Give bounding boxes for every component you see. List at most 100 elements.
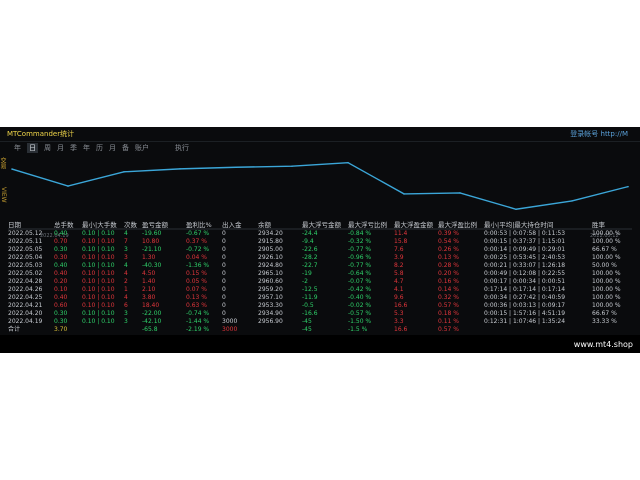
table-cell: 4.7 — [394, 278, 404, 285]
table-cell: 0.07 % — [186, 286, 207, 293]
table-cell: 0.39 % — [438, 230, 459, 237]
table-cell: -0.02 % — [348, 302, 372, 309]
table-cell: -0.5 — [302, 302, 314, 309]
table-cell: 16.6 — [394, 302, 408, 309]
table-cell: 2924.80 — [258, 262, 283, 269]
table-cell: 2934.90 — [258, 310, 283, 317]
table-cell: 0.30 — [54, 310, 68, 317]
column-header[interactable]: 最小|大手数 — [82, 220, 117, 230]
table-cell: 0.20 — [54, 278, 68, 285]
balance-point — [11, 168, 13, 170]
table-cell: 0 — [222, 262, 226, 269]
table-cell: 0.10 | 0.10 — [82, 294, 115, 301]
balance-point — [403, 193, 405, 195]
footer-bar: www.mt4.shop — [0, 335, 640, 353]
table-cell: -0.07 % — [348, 278, 372, 285]
table-cell: 0.13 % — [438, 254, 459, 261]
total-cell: 16.6 — [394, 326, 408, 333]
table-cell: 4 — [124, 270, 128, 277]
table-cell: 0.10 | 0.10 — [82, 254, 115, 261]
table-row[interactable]: 2022.04.28 0.20 0.10 | 0.10 2 1.40 0.05 % 0 296… — [8, 278, 638, 286]
column-header[interactable]: 盈亏金额 — [142, 220, 168, 230]
table-cell: 3 — [124, 318, 128, 325]
table-row[interactable]: 2022.05.03 0.40 0.10 | 0.10 4 -40.30 -1.36 % 0… — [8, 262, 638, 270]
table-cell: 3.9 — [394, 254, 404, 261]
table-cell: 100.00 % — [592, 230, 621, 237]
table-cell: 0 — [222, 294, 226, 301]
table-cell: 0:00:25 | 0:53:45 | 2:40:53 — [484, 254, 566, 261]
table-row[interactable]: 2022.05.04 0.30 0.10 | 0.10 3 1.30 0.04 % 0 292… — [8, 254, 638, 262]
table-cell: 0:00:34 | 0:27:42 | 0:40:59 — [484, 294, 566, 301]
column-header[interactable]: 出入金 — [222, 220, 242, 230]
column-header[interactable]: 总手数 — [54, 220, 74, 230]
table-row[interactable]: 2022.04.26 0.10 0.10 | 0.10 1 2.10 0.07 % 0 295… — [8, 286, 638, 294]
table-cell: -0.67 % — [186, 230, 210, 237]
table-cell: 3.3 — [394, 318, 404, 325]
column-header[interactable]: 次数 — [124, 220, 137, 230]
balance-series-line — [11, 161, 629, 210]
table-cell: 0.10 | 0.10 — [82, 262, 115, 269]
table-cell: 7 — [124, 238, 128, 245]
table-cell: 2022.04.25 — [8, 294, 43, 301]
table-cell: 0:00:49 | 0:12:08 | 0:22:55 — [484, 270, 566, 277]
table-cell: 0:00:53 | 0:07:58 | 0:11:53 — [484, 230, 566, 237]
table-cell: 4 — [124, 230, 128, 237]
table-cell: 0:00:36 | 0:03:13 | 0:09:17 — [484, 302, 566, 309]
table-cell: 2022.04.21 — [8, 302, 43, 309]
column-header[interactable]: 最大浮盈比例 — [438, 220, 477, 230]
column-header[interactable]: 余额 — [258, 220, 271, 230]
app-window: MTCommander统计 登录帐号 http://M 年日周月季年历月备账户执… — [0, 127, 640, 353]
table-cell: 0.40 — [54, 230, 68, 237]
table-cell: 0 — [222, 230, 226, 237]
column-header[interactable]: 最大浮亏金额 — [302, 220, 341, 230]
table-cell: 11.4 — [394, 230, 408, 237]
table-row[interactable]: 2022.05.11 0.70 0.10 | 0.10 7 10.80 0.37 % 0 29… — [8, 238, 638, 246]
table-row[interactable]: 2022.05.12 0.40 0.10 | 0.10 4 -19.60 -0.67 % 0… — [8, 230, 638, 238]
table-cell: 0.10 | 0.10 — [82, 318, 115, 325]
table-cell: 0.60 — [54, 302, 68, 309]
balance-point — [627, 185, 629, 188]
table-cell: 0.14 % — [438, 286, 459, 293]
login-account-link[interactable]: 登录帐号 http://M — [570, 129, 628, 139]
table-row[interactable]: 2022.04.19 0.30 0.10 | 0.10 3 -42.10 -1.44 % 3… — [8, 318, 638, 326]
table-cell: 66.67 % — [592, 246, 617, 253]
table-cell: -22.7 — [302, 262, 318, 269]
table-cell: 0.10 | 0.10 — [82, 278, 115, 285]
total-cell: 0.57 % — [438, 326, 459, 333]
table-cell: -1.44 % — [186, 318, 210, 325]
table-cell: 0.10 | 0.10 — [82, 238, 115, 245]
column-header[interactable]: 胜率 — [592, 220, 605, 230]
table-cell: 2022.05.02 — [8, 270, 43, 277]
column-header[interactable]: 最大浮盈金额 — [394, 220, 433, 230]
column-header[interactable]: 日期 — [8, 220, 21, 230]
title-bar: MTCommander统计 登录帐号 http://M — [0, 127, 640, 142]
brand-watermark: www.mt4.shop — [573, 340, 633, 349]
table-row[interactable]: 2022.04.20 0.30 0.10 | 0.10 3 -22.00 -0.74 % 0… — [8, 310, 638, 318]
table-cell: 2022.05.03 — [8, 262, 43, 269]
table-cell: 2953.30 — [258, 302, 283, 309]
table-row[interactable]: 2022.05.05 0.30 0.10 | 0.10 3 -21.10 -0.72 % 0… — [8, 246, 638, 254]
table-row[interactable]: 2022.04.21 0.60 0.10 | 0.10 6 18.40 0.63 % 0 29… — [8, 302, 638, 310]
table-cell: -1.50 % — [348, 318, 372, 325]
table-cell: -0.96 % — [348, 254, 372, 261]
table-cell: 2915.80 — [258, 238, 283, 245]
table-row[interactable]: 2022.05.02 0.40 0.10 | 0.10 4 4.50 0.15 % 0 296… — [8, 270, 638, 278]
balance-point — [571, 200, 573, 202]
table-row[interactable]: 2022.04.25 0.40 0.10 | 0.10 4 3.80 0.13 % 0 295… — [8, 294, 638, 302]
table-cell: -11.9 — [302, 294, 318, 301]
column-header[interactable]: 最小|平均|最大持仓时间 — [484, 220, 553, 230]
balance-point — [67, 185, 69, 187]
table-cell: 0:00:15 | 1:57:16 | 4:51:19 — [484, 310, 566, 317]
table-cell: -0.42 % — [348, 286, 372, 293]
table-cell: 2022.04.19 — [8, 318, 43, 325]
table-cell: 3 — [124, 254, 128, 261]
table-cell: -0.32 % — [348, 238, 372, 245]
table-cell: 2022.04.20 — [8, 310, 43, 317]
table-cell: 0.10 | 0.10 — [82, 286, 115, 293]
column-header[interactable]: 盈利比% — [186, 220, 212, 230]
column-header[interactable]: 最大浮亏比例 — [348, 220, 387, 230]
table-cell: -0.57 % — [348, 310, 372, 317]
total-cell: -45 — [302, 326, 312, 333]
table-cell: 0.20 % — [438, 270, 459, 277]
table-cell: 0 — [222, 270, 226, 277]
